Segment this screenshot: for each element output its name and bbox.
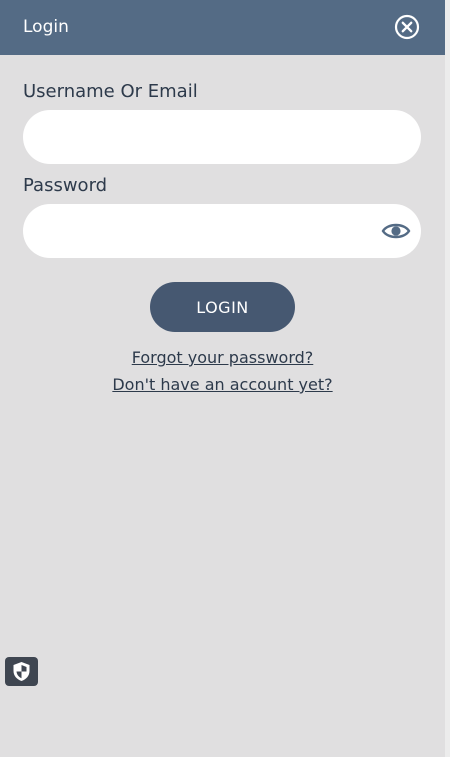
username-input[interactable] <box>23 110 421 164</box>
signup-link[interactable]: Don't have an account yet? <box>0 375 445 395</box>
close-button[interactable] <box>394 14 420 40</box>
shield-icon <box>13 662 30 681</box>
header-bar: Login <box>0 0 445 55</box>
forgot-password-link[interactable]: Forgot your password? <box>0 348 445 368</box>
username-label: Username Or Email <box>23 81 198 102</box>
password-label: Password <box>23 175 108 196</box>
eye-icon <box>381 223 411 239</box>
password-input[interactable] <box>23 204 421 258</box>
close-circle-icon <box>394 14 420 40</box>
privacy-badge-button[interactable] <box>5 657 38 686</box>
page-edge <box>445 0 450 757</box>
show-password-button[interactable] <box>381 218 411 244</box>
login-button[interactable]: LOGIN <box>150 282 295 332</box>
header-title: Login <box>23 17 69 37</box>
